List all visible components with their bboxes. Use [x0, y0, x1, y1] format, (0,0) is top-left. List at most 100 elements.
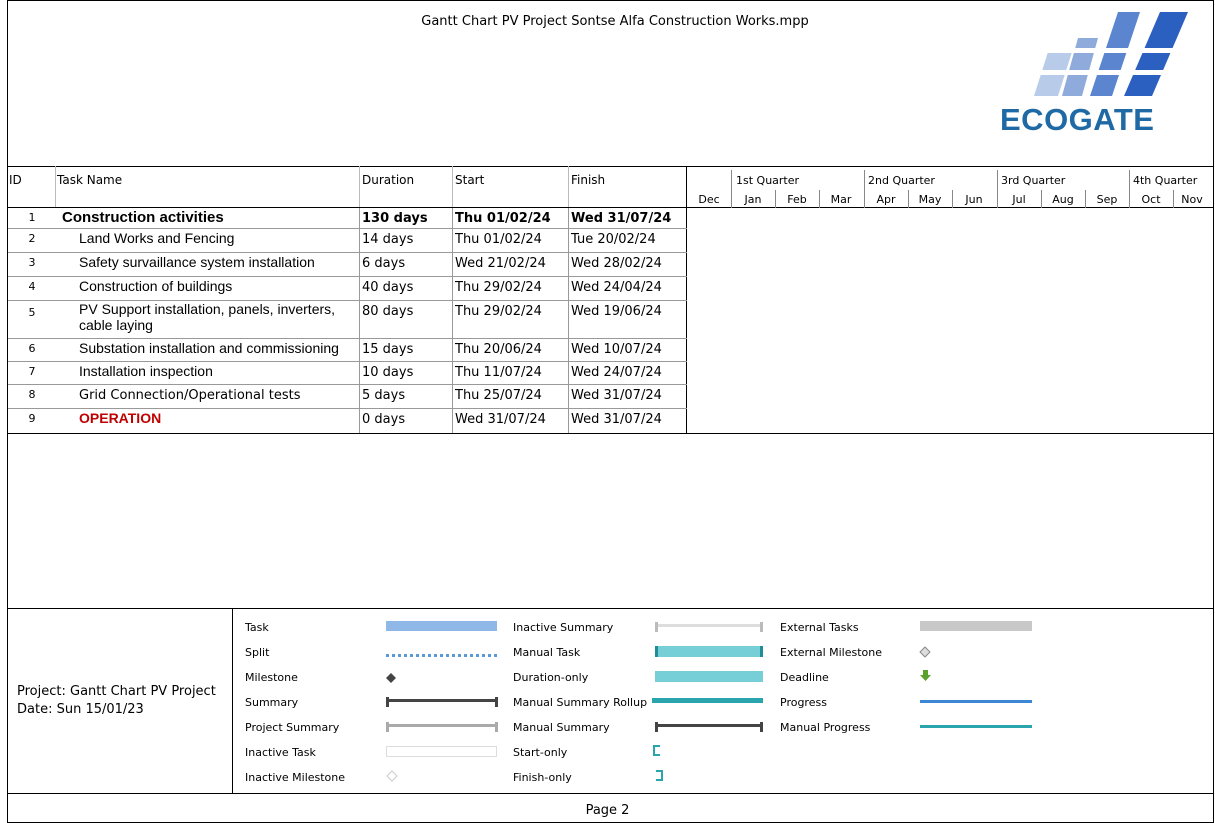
header-finish: Finish [571, 173, 606, 187]
task-name: Substation installation and commissionin… [79, 340, 339, 356]
legend-progress-line [920, 700, 1032, 703]
header-sep [452, 166, 453, 208]
month-tick [1085, 190, 1086, 208]
quarter-tick [1129, 170, 1130, 208]
project-name: Project: Gantt Chart PV Project [17, 684, 216, 699]
footer-divider-vertical [232, 608, 233, 793]
header-sep [568, 166, 569, 208]
task-name: Safety survaillance system installation [79, 254, 315, 270]
header-sep [55, 166, 56, 208]
inactive-summary-bar-icon [655, 622, 763, 632]
month-label: Apr [876, 193, 896, 206]
inactive-milestone-diamond-icon [386, 770, 398, 782]
task-name: Installation inspection [79, 363, 213, 379]
task-name: Construction activities [62, 209, 224, 226]
quarter-tick [864, 170, 865, 208]
task-name-line2: cable laying [79, 317, 153, 333]
task-id: 2 [28, 232, 36, 245]
task-name: Grid Connection/Operational tests [79, 388, 301, 403]
legend-manual-progress-line [920, 725, 1032, 728]
legend-label-manual-summary: Manual Summary [513, 721, 610, 734]
quarter-tick [997, 170, 998, 208]
task-duration: 10 days [362, 365, 414, 380]
table-row[interactable]: 3 Safety survaillance system installatio… [8, 252, 687, 273]
task-start: Thu 25/07/24 [455, 388, 542, 403]
task-start: Thu 01/02/24 [455, 211, 551, 226]
legend-label-inactive-milestone: Inactive Milestone [245, 771, 346, 784]
task-name-line1: PV Support installation, panels, inverte… [79, 301, 336, 317]
legend-label-duration-only: Duration-only [513, 671, 589, 684]
header-task-name: Task Name [57, 173, 123, 187]
footer-divider [7, 608, 1214, 609]
task-name: Land Works and Fencing [79, 230, 235, 246]
header-start: Start [455, 173, 485, 187]
table-row[interactable]: 8 Grid Connection/Operational tests 5 da… [8, 384, 687, 405]
document-title: Gantt Chart PV Project Sontse Alfa Const… [421, 14, 809, 29]
month-label: Mar [830, 193, 852, 206]
month-tick [1041, 190, 1042, 208]
logo-text: ECOGATE [1000, 102, 1155, 137]
month-label: Jun [965, 193, 983, 206]
task-id: 4 [28, 280, 36, 293]
legend-label-task: Task [245, 621, 269, 634]
table-row[interactable]: 7 Installation inspection 10 days Thu 11… [8, 361, 687, 382]
legend-label-deadline: Deadline [780, 671, 829, 684]
task-duration: 40 days [362, 280, 414, 295]
task-id: 1 [28, 211, 36, 224]
month-tick [952, 190, 953, 208]
legend-label-finish-only: Finish-only [513, 771, 572, 784]
legend-label-split: Split [245, 646, 270, 659]
page-divider [7, 793, 1214, 794]
month-label: Oct [1141, 193, 1161, 206]
legend-inactive-task-bar [386, 746, 497, 757]
legend-label-summary: Summary [245, 696, 299, 709]
table-row[interactable]: 6 Substation installation and commission… [8, 338, 687, 359]
legend-label-external-milestone: External Milestone [780, 646, 883, 659]
manual-summary-bar-icon [655, 722, 763, 732]
legend-label-project-summary: Project Summary [245, 721, 340, 734]
month-tick [775, 190, 776, 208]
task-finish: Tue 20/02/24 [571, 232, 656, 247]
table-row[interactable]: 5 PV Support installation, panels, inver… [8, 300, 687, 338]
legend-label-inactive-task: Inactive Task [245, 746, 316, 759]
legend-duration-only-bar [655, 671, 763, 682]
table-timeline-divider [686, 166, 687, 208]
table-row[interactable]: 4 Construction of buildings 40 days Thu … [8, 276, 687, 297]
task-finish: Wed 31/07/24 [571, 412, 662, 427]
task-duration: 6 days [362, 256, 406, 271]
task-duration: 130 days [362, 211, 428, 226]
legend-label-external-tasks: External Tasks [780, 621, 859, 634]
task-finish: Wed 31/07/24 [571, 211, 672, 226]
deadline-arrow-icon [920, 670, 931, 681]
legend-label-start-only: Start-only [513, 746, 568, 759]
quarter-label: 1st Quarter [736, 174, 800, 187]
project-date: Date: Sun 15/01/23 [17, 702, 144, 717]
table-bottom-divider [7, 433, 1214, 434]
top-border [7, 0, 1214, 1]
legend-label-inactive-summary: Inactive Summary [513, 621, 614, 634]
table-row[interactable]: 2 Land Works and Fencing 14 days Thu 01/… [8, 228, 687, 249]
project-summary-bar-icon [386, 722, 498, 732]
month-label: Nov [1181, 193, 1203, 206]
quarter-tick [731, 170, 732, 208]
task-finish: Wed 24/04/24 [571, 280, 662, 295]
task-duration: 0 days [362, 412, 406, 427]
header-id: ID [9, 173, 22, 187]
month-tick [819, 190, 820, 208]
legend-label-manual-summary-rollup: Manual Summary Rollup [513, 696, 648, 709]
table-row[interactable]: 9 OPERATION 0 days Wed 31/07/24 Wed 31/0… [8, 408, 687, 429]
page-number: Page 2 [585, 803, 630, 818]
quarter-label: 4th Quarter [1133, 174, 1198, 187]
task-duration: 5 days [362, 388, 406, 403]
month-label: Dec [698, 193, 720, 206]
month-tick [908, 190, 909, 208]
start-only-bracket-icon [653, 745, 660, 756]
task-duration: 14 days [362, 232, 414, 247]
task-finish: Wed 24/07/24 [571, 365, 662, 380]
task-start: Thu 11/07/24 [455, 365, 542, 380]
month-label: Jul [1012, 193, 1026, 206]
task-start: Thu 20/06/24 [455, 342, 542, 357]
task-id: 8 [28, 388, 36, 401]
task-duration: 15 days [362, 342, 414, 357]
table-row[interactable]: 1 Construction activities 130 days Thu 0… [8, 207, 687, 228]
